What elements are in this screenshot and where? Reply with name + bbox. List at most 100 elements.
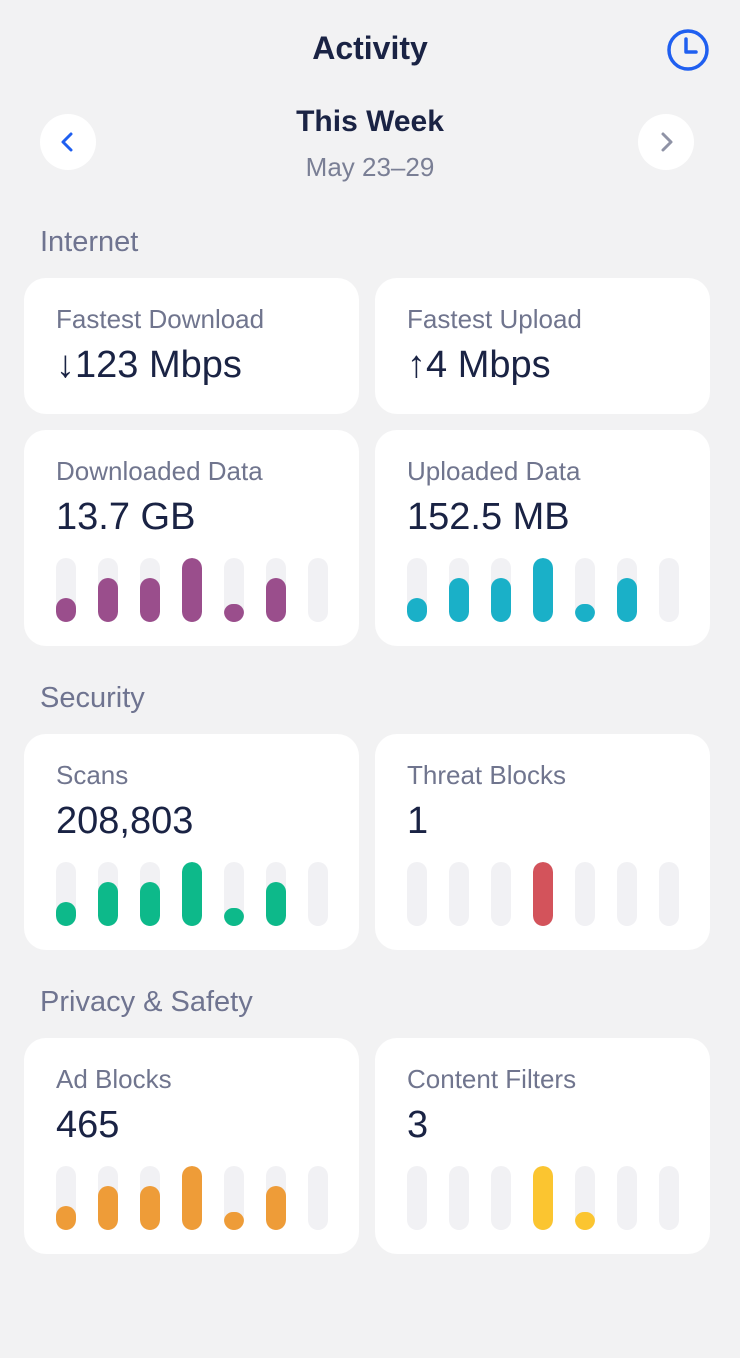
downloaded-data-card[interactable]: Downloaded Data 13.7 GB — [24, 430, 359, 646]
chart-bar — [140, 577, 160, 622]
chart-bar — [56, 901, 76, 926]
bar-track — [449, 1166, 469, 1230]
chart-bar — [266, 1185, 286, 1230]
bar-track — [407, 1166, 427, 1230]
activity-screen: Activity This Week May 23–29 Internet Fa… — [0, 0, 740, 1358]
chart-bar — [407, 597, 427, 622]
bar-track — [491, 862, 511, 926]
bar-track — [266, 862, 286, 926]
bar-track — [659, 1166, 679, 1230]
card-label: Threat Blocks — [407, 760, 566, 790]
content-filters-chart — [407, 1166, 687, 1230]
card-value: 465 — [56, 1104, 120, 1146]
chart-bar — [266, 881, 286, 926]
card-value: 1 — [407, 800, 429, 842]
card-value: 208,803 — [56, 800, 194, 842]
bar-track — [98, 862, 118, 926]
section-title-internet: Internet — [40, 226, 139, 258]
bar-track — [56, 558, 76, 622]
header: Activity — [0, 0, 740, 100]
ad-blocks-card[interactable]: Ad Blocks 465 — [24, 1038, 359, 1254]
uploaded-data-card[interactable]: Uploaded Data 152.5 MB — [375, 430, 710, 646]
bar-track — [56, 1166, 76, 1230]
chart-bar — [533, 862, 553, 926]
history-button[interactable] — [666, 28, 710, 72]
bar-track — [491, 1166, 511, 1230]
clock-icon — [667, 29, 709, 71]
card-label: Downloaded Data — [56, 456, 263, 486]
chart-bar — [224, 908, 244, 926]
period-range: May 23–29 — [305, 152, 435, 182]
chevron-right-icon — [661, 132, 673, 152]
bar-track — [575, 1166, 595, 1230]
bar-track — [308, 1166, 328, 1230]
threat-blocks-card[interactable]: Threat Blocks 1 — [375, 734, 710, 950]
chart-bar — [98, 1185, 118, 1230]
bar-track — [659, 558, 679, 622]
chart-bar — [533, 1166, 553, 1230]
fastest-download-card[interactable]: Fastest Download ↓123 Mbps — [24, 278, 359, 414]
bar-track — [266, 1166, 286, 1230]
card-value: ↑4 Mbps — [407, 344, 551, 386]
chart-bar — [224, 604, 244, 622]
section-title-security: Security — [40, 682, 145, 714]
card-label: Fastest Download — [56, 304, 265, 334]
chart-bar — [140, 881, 160, 926]
bar-track — [575, 558, 595, 622]
bar-track — [407, 558, 427, 622]
bar-track — [140, 862, 160, 926]
chart-bar — [98, 881, 118, 926]
chart-bar — [266, 577, 286, 622]
bar-track — [140, 558, 160, 622]
card-label: Fastest Upload — [407, 304, 582, 334]
chart-bar — [491, 577, 511, 622]
threat-blocks-chart — [407, 862, 687, 926]
next-week-button[interactable] — [638, 114, 694, 170]
uploaded-data-chart — [407, 558, 687, 622]
chart-bar — [575, 1212, 595, 1230]
chart-bar — [56, 597, 76, 622]
chart-bar — [182, 558, 202, 622]
card-label: Ad Blocks — [56, 1064, 172, 1094]
bar-track — [449, 862, 469, 926]
bar-track — [56, 862, 76, 926]
chart-bar — [617, 577, 637, 622]
bar-track — [617, 1166, 637, 1230]
chart-bar — [56, 1205, 76, 1230]
chart-bar — [224, 1212, 244, 1230]
bar-track — [182, 558, 202, 622]
bar-track — [224, 862, 244, 926]
scans-card[interactable]: Scans 208,803 — [24, 734, 359, 950]
bar-track — [308, 862, 328, 926]
bar-track — [533, 558, 553, 622]
card-value: ↓123 Mbps — [56, 344, 242, 386]
card-value: 13.7 GB — [56, 496, 196, 538]
scans-chart — [56, 862, 336, 926]
bar-track — [182, 862, 202, 926]
bar-track — [182, 1166, 202, 1230]
bar-track — [617, 558, 637, 622]
card-value: 3 — [407, 1104, 429, 1146]
bar-track — [491, 558, 511, 622]
ad-blocks-chart — [56, 1166, 336, 1230]
bar-track — [224, 558, 244, 622]
card-label: Content Filters — [407, 1064, 577, 1094]
bar-track — [533, 862, 553, 926]
chart-bar — [449, 577, 469, 622]
chart-bar — [575, 604, 595, 622]
fastest-upload-card[interactable]: Fastest Upload ↑4 Mbps — [375, 278, 710, 414]
chart-bar — [182, 1166, 202, 1230]
bar-track — [140, 1166, 160, 1230]
card-value: 152.5 MB — [407, 496, 570, 538]
chart-bar — [140, 1185, 160, 1230]
bar-track — [659, 862, 679, 926]
content-filters-card[interactable]: Content Filters 3 — [375, 1038, 710, 1254]
downloaded-data-chart — [56, 558, 336, 622]
bar-track — [224, 1166, 244, 1230]
bar-track — [407, 862, 427, 926]
bar-track — [617, 862, 637, 926]
section-title-privacy: Privacy & Safety — [40, 986, 253, 1018]
card-label: Uploaded Data — [407, 456, 581, 486]
period-selector: This Week May 23–29 — [0, 100, 740, 190]
bar-track — [308, 558, 328, 622]
